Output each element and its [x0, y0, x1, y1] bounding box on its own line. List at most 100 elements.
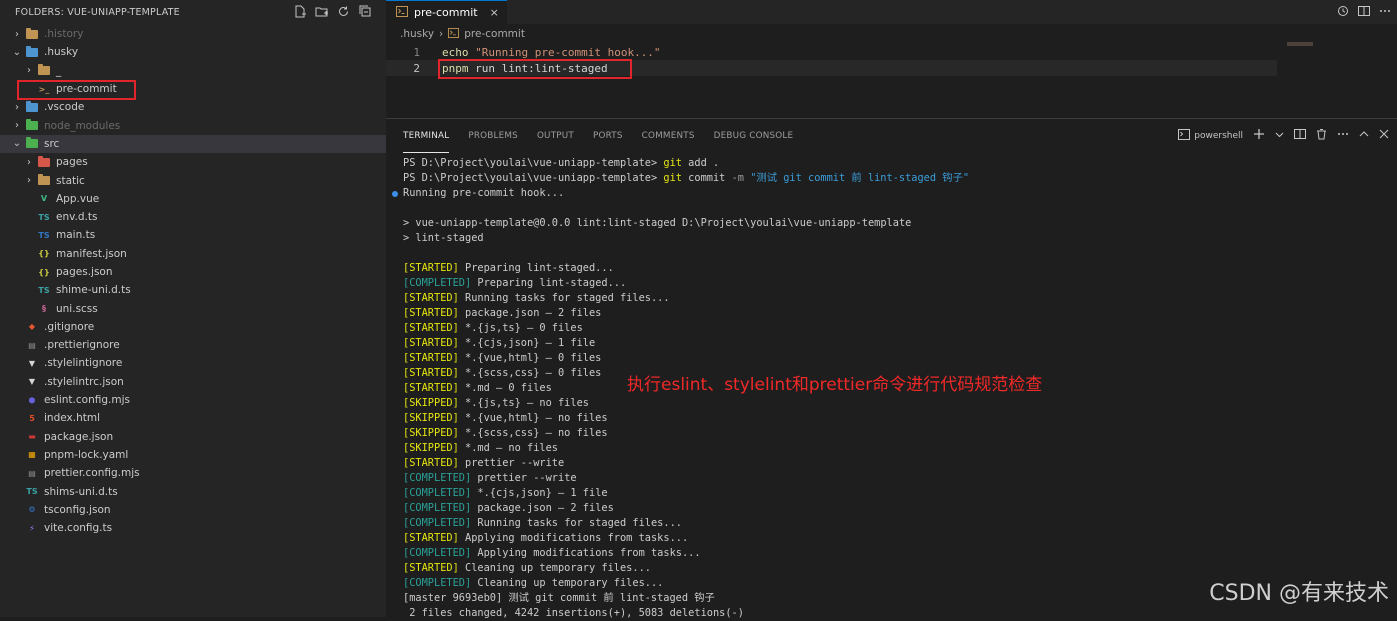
tree-item[interactable]: ◆ .gitignore	[0, 318, 386, 336]
terminal-text: [STARTED]	[403, 457, 459, 469]
terminal-text: [COMPLETED]	[403, 517, 472, 529]
tree-item[interactable]: TS env.d.ts	[0, 208, 386, 226]
folder-icon	[26, 27, 38, 39]
pnpm-icon: ▦	[28, 450, 36, 460]
json-icon: {}	[38, 249, 50, 259]
tree-item[interactable]: {} pages.json	[0, 263, 386, 281]
annotation-text: 执行eslint、stylelint和prettier命令进行代码规范检查	[627, 375, 1043, 395]
folder-icon	[26, 137, 38, 149]
tab-comments[interactable]: COMMENTS	[642, 119, 695, 153]
tree-item[interactable]: ▼ .stylelintrc.json	[0, 373, 386, 391]
tab-problems[interactable]: PROBLEMS	[468, 119, 518, 153]
minimap[interactable]	[1287, 42, 1313, 46]
tree-item[interactable]: › .history	[0, 25, 386, 43]
terminal-line: [STARTED] Running tasks for staged files…	[403, 291, 1397, 306]
tree-item[interactable]: › pages	[0, 153, 386, 171]
tree-item[interactable]: ⚡ vite.config.ts	[0, 519, 386, 537]
new-file-icon[interactable]	[292, 4, 306, 18]
folder-icon	[26, 119, 38, 131]
chevron-right-icon[interactable]: ›	[23, 65, 35, 76]
terminal-text: *.md — 0 files	[458, 382, 552, 394]
tree-item-label: .stylelintignore	[44, 357, 123, 370]
tree-item[interactable]: TS main.ts	[0, 226, 386, 244]
tree-item[interactable]: ▼ .stylelintignore	[0, 354, 386, 372]
tab-ports[interactable]: PORTS	[593, 119, 623, 153]
chevron-right-icon[interactable]: ›	[11, 29, 23, 40]
tree-item[interactable]: ▤ .prettierignore	[0, 336, 386, 354]
refresh-icon[interactable]	[336, 4, 350, 18]
tab-pre-commit[interactable]: pre-commit ×	[386, 0, 507, 24]
tree-item[interactable]: ▦ pnpm-lock.yaml	[0, 446, 386, 464]
code-token: echo	[442, 45, 476, 59]
tab-output[interactable]: OUTPUT	[537, 119, 574, 153]
split-editor-icon[interactable]	[1358, 5, 1370, 20]
breadcrumb-item[interactable]: .husky	[400, 28, 434, 40]
terminal-line: [SKIPPED] *.{js,ts} — no files	[403, 396, 1397, 411]
breadcrumb-separator: ›	[439, 28, 444, 40]
trash-icon[interactable]	[1316, 128, 1327, 143]
shell-file-icon	[396, 5, 408, 20]
tree-item[interactable]: › node_modules	[0, 116, 386, 134]
editor-tab-bar: pre-commit ×	[386, 0, 1397, 24]
terminal-profile[interactable]: powershell	[1178, 128, 1243, 143]
tree-item[interactable]: ▤ prettier.config.mjs	[0, 464, 386, 482]
tree-item[interactable]: › .vscode	[0, 98, 386, 116]
terminal-text: [COMPLETED]	[403, 577, 472, 589]
tree-item[interactable]: V App.vue	[0, 190, 386, 208]
close-tab-icon[interactable]: ×	[490, 6, 499, 19]
tree-item-label: package.json	[44, 430, 114, 443]
chevron-down-icon[interactable]: ⌄	[11, 47, 23, 58]
tree-item[interactable]: › _	[0, 62, 386, 80]
explorer-actions	[292, 4, 372, 18]
line-number: 1	[413, 45, 420, 59]
tree-item[interactable]: 5 index.html	[0, 409, 386, 427]
tree-item-label: src	[44, 137, 60, 150]
tree-item[interactable]: ⬢ eslint.config.mjs	[0, 391, 386, 409]
tree-item[interactable]: {} manifest.json	[0, 245, 386, 263]
terminal-text: *.{js,ts} — no files	[458, 397, 589, 409]
tree-item[interactable]: TS shime-uni.d.ts	[0, 281, 386, 299]
more-actions-icon[interactable]	[1337, 128, 1349, 143]
maximize-panel-icon[interactable]	[1359, 129, 1369, 142]
terminal-line: [SKIPPED] *.{vue,html} — no files	[403, 411, 1397, 426]
terminal-line: [STARTED] prettier --write	[403, 456, 1397, 471]
command-status-dot[interactable]	[392, 191, 398, 197]
terminal-line: [STARTED] Applying modifications from ta…	[403, 531, 1397, 546]
chevron-down-icon[interactable]: ⌄	[11, 138, 23, 149]
terminal-text: [STARTED]	[403, 262, 459, 274]
code-line[interactable]: 1 echo "Running pre-commit hook..."	[386, 44, 1397, 60]
tree-item[interactable]: ⌄ src	[0, 134, 386, 154]
tree-item[interactable]: TS shims-uni.d.ts	[0, 482, 386, 500]
more-actions-icon[interactable]	[1379, 5, 1391, 20]
new-terminal-icon[interactable]	[1253, 128, 1265, 143]
chevron-right-icon[interactable]: ›	[23, 157, 35, 168]
typescript-icon: TS	[38, 285, 50, 295]
timeline-icon[interactable]	[1337, 5, 1349, 20]
tree-item[interactable]: › static	[0, 171, 386, 189]
terminal-text: [STARTED]	[403, 337, 459, 349]
split-terminal-icon[interactable]	[1294, 128, 1306, 143]
tree-item-label: tsconfig.json	[44, 503, 111, 516]
tab-terminal[interactable]: TERMINAL	[403, 119, 450, 153]
tree-item[interactable]: ▬ package.json	[0, 428, 386, 446]
terminal-line: [COMPLETED] Applying modifications from …	[403, 546, 1397, 561]
terminal-text: [SKIPPED]	[403, 412, 459, 424]
tab-debug-console[interactable]: DEBUG CONSOLE	[714, 119, 794, 153]
close-panel-icon[interactable]	[1379, 129, 1389, 142]
new-folder-icon[interactable]	[314, 4, 328, 18]
terminal-text: [STARTED]	[403, 292, 459, 304]
terminal-text: > vue-uniapp-template@0.0.0 lint:lint-st…	[403, 217, 912, 229]
tree-item[interactable]: ⌄ .husky	[0, 43, 386, 61]
chevron-right-icon[interactable]: ›	[11, 102, 23, 113]
tsconfig-icon: ⚙	[28, 505, 36, 515]
tree-item[interactable]: § uni.scss	[0, 299, 386, 317]
chevron-down-icon[interactable]	[1275, 129, 1284, 142]
terminal-text: package.json — 2 files	[458, 307, 602, 319]
chevron-right-icon[interactable]: ›	[23, 175, 35, 186]
tree-item[interactable]: ⚙ tsconfig.json	[0, 501, 386, 519]
chevron-right-icon[interactable]: ›	[11, 120, 23, 131]
collapse-all-icon[interactable]	[358, 4, 372, 18]
breadcrumb-item[interactable]: pre-commit	[464, 28, 525, 40]
terminal-text: Running tasks for staged files...	[471, 517, 682, 529]
